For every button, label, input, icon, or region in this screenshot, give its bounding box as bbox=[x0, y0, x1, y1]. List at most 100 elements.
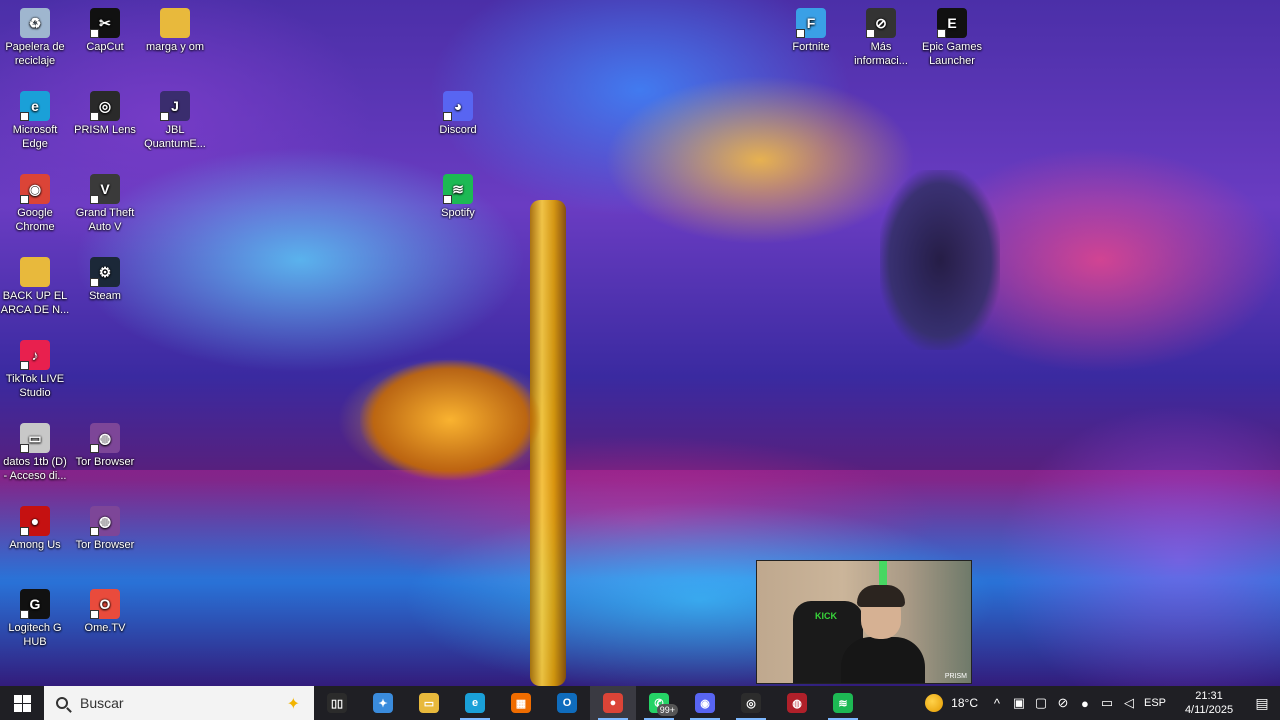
taskbar-app-microsoft-store[interactable]: ▦ bbox=[498, 686, 544, 720]
ometv-icon: O bbox=[90, 589, 120, 619]
desktop-icon[interactable]: ◕ Discord bbox=[423, 91, 493, 137]
desktop-icon[interactable]: O Ome.TV bbox=[70, 589, 140, 635]
tor-icon: ◍ bbox=[90, 423, 120, 453]
folder-icon bbox=[160, 8, 190, 38]
file-explorer-icon: ▭ bbox=[419, 693, 439, 713]
tray-app-icon[interactable]: ▣ bbox=[1008, 695, 1030, 711]
weather-sun-icon bbox=[925, 694, 944, 712]
taskbar-app-copilot[interactable]: ✦ bbox=[360, 686, 406, 720]
taskbar-app-spotify[interactable]: ≋ bbox=[820, 686, 866, 720]
desktop-icon[interactable]: ◎ PRISM Lens bbox=[70, 91, 140, 137]
folder-icon bbox=[20, 257, 50, 287]
edge-icon: e bbox=[20, 91, 50, 121]
volume-icon[interactable]: ◁ bbox=[1118, 695, 1140, 711]
desktop-icon-label: Papelera de reciclaje bbox=[5, 41, 65, 67]
desktop-icon[interactable]: ▭ datos 1tb (D) - Acceso di... bbox=[0, 423, 70, 483]
clock-time: 21:31 bbox=[1195, 690, 1223, 702]
among-us-icon: ● bbox=[20, 506, 50, 536]
windows-logo-icon bbox=[13, 694, 31, 712]
webcam-chair-logo: KICK bbox=[815, 611, 837, 621]
taskbar: Buscar ✦ ▯▯ ✦ ▭ e ▦ O ● ✆ 99+ ◉ ◎ ◍ ≋ 18°C ^ ▣ ▢ ⊘ ●… bbox=[0, 686, 1280, 720]
start-button[interactable] bbox=[0, 686, 44, 720]
wallpaper-rock bbox=[360, 360, 540, 480]
outlook-icon: O bbox=[557, 693, 577, 713]
notifications-button[interactable]: ▤ bbox=[1244, 695, 1280, 712]
desktop-icon-label: Ome.TV bbox=[84, 622, 126, 634]
webcam-tag: PRISM bbox=[944, 673, 967, 680]
desktop-icon-label: Google Chrome bbox=[15, 207, 55, 233]
desktop-icon-label: Logitech G HUB bbox=[8, 622, 62, 648]
desktop-icon[interactable]: BACK UP EL ARCA DE N... bbox=[0, 257, 70, 317]
weather-temperature: 18°C bbox=[951, 696, 978, 710]
microphone-icon[interactable]: ● bbox=[1074, 696, 1096, 711]
desktop-icon[interactable]: ♻ Papelera de reciclaje bbox=[0, 8, 70, 68]
desktop-icon[interactable]: ♪ TikTok LIVE Studio bbox=[0, 340, 70, 400]
desktop-icon[interactable]: V Grand Theft Auto V bbox=[70, 174, 140, 234]
desktop-icon-label: Microsoft Edge bbox=[12, 124, 58, 150]
taskbar-app-chrome[interactable]: ● bbox=[590, 686, 636, 720]
taskbar-app-obs[interactable]: ◎ bbox=[728, 686, 774, 720]
taskbar-app-whatsapp[interactable]: ✆ 99+ bbox=[636, 686, 682, 720]
wallpaper-water bbox=[0, 470, 1280, 686]
weather-widget[interactable]: 18°C bbox=[925, 694, 978, 712]
desktop-icon-label: datos 1tb (D) - Acceso di... bbox=[3, 456, 67, 482]
desktop-icon-label: marga y om bbox=[145, 41, 205, 53]
microsoft-store-icon: ▦ bbox=[511, 693, 531, 713]
taskbar-pinned-apps: ▯▯ ✦ ▭ e ▦ O ● ✆ 99+ ◉ ◎ ◍ ≋ bbox=[314, 686, 866, 720]
clock[interactable]: 21:31 4/11/2025 bbox=[1174, 689, 1244, 717]
desktop-icon[interactable]: F Fortnite bbox=[776, 8, 846, 54]
desktop-icon[interactable]: marga y om bbox=[140, 8, 210, 54]
chevron-up-icon[interactable]: ^ bbox=[986, 696, 1008, 711]
desktop-icon[interactable]: ≋ Spotify bbox=[423, 174, 493, 220]
taskbar-app-edge[interactable]: e bbox=[452, 686, 498, 720]
taskbar-app-discord[interactable]: ◉ bbox=[682, 686, 728, 720]
desktop-icon[interactable]: e Microsoft Edge bbox=[0, 91, 70, 151]
system-tray: 18°C ^ ▣ ▢ ⊘ ● ▭ ◁ ESP 21:31 4/11/2025 ▤ bbox=[925, 686, 1280, 720]
desktop-icon-label: Fortnite bbox=[792, 41, 830, 53]
chrome-icon: ● bbox=[603, 693, 623, 713]
prism-lens-icon: ◎ bbox=[90, 91, 120, 121]
taskbar-search-box[interactable]: Buscar ✦ bbox=[44, 686, 314, 720]
discord-icon: ◕ bbox=[443, 91, 473, 121]
spotify-icon: ≋ bbox=[833, 693, 853, 713]
search-icon bbox=[56, 697, 68, 709]
desktop-icon-label: Epic Games Launcher bbox=[922, 41, 982, 67]
spotify-icon: ≋ bbox=[443, 174, 473, 204]
taskbar-app-screen-recorder[interactable]: ◍ bbox=[774, 686, 820, 720]
desktop-icon[interactable]: ⚙ Steam bbox=[70, 257, 140, 303]
taskbar-app-file-explorer[interactable]: ▭ bbox=[406, 686, 452, 720]
desktop-icon-label: CapCut bbox=[86, 41, 124, 53]
desktop-icon[interactable]: ✂ CapCut bbox=[70, 8, 140, 54]
desktop-icon-label: Discord bbox=[439, 124, 477, 136]
network-icon[interactable]: ▭ bbox=[1096, 695, 1118, 711]
tray-app-icon[interactable]: ▢ bbox=[1030, 695, 1052, 711]
desktop-icon-label: BACK UP EL ARCA DE N... bbox=[0, 290, 70, 316]
desktop-icon[interactable]: J JBL QuantumE... bbox=[140, 91, 210, 151]
search-highlight-icon: ✦ bbox=[286, 696, 300, 713]
chrome-icon: ◉ bbox=[20, 174, 50, 204]
language-indicator[interactable]: ESP bbox=[1144, 697, 1166, 709]
task-view-icon: ▯▯ bbox=[327, 693, 347, 713]
fortnite-icon: F bbox=[796, 8, 826, 38]
desktop-icon-label: Spotify bbox=[441, 207, 475, 219]
desktop-icon[interactable]: ⊘ Más informaci... bbox=[846, 8, 916, 68]
desktop-icon-label: PRISM Lens bbox=[74, 124, 136, 136]
desktop-icon[interactable]: ● Among Us bbox=[0, 506, 70, 552]
desktop-icon[interactable]: ◉ Google Chrome bbox=[0, 174, 70, 234]
tiktok-live-icon: ♪ bbox=[20, 340, 50, 370]
jbl-icon: J bbox=[160, 91, 190, 121]
gta-icon: V bbox=[90, 174, 120, 204]
desktop-icon-label: TikTok LIVE Studio bbox=[5, 373, 65, 399]
taskbar-app-outlook[interactable]: O bbox=[544, 686, 590, 720]
tray-mute-icon[interactable]: ⊘ bbox=[1052, 695, 1074, 711]
desktop-icon[interactable]: E Epic Games Launcher bbox=[917, 8, 987, 68]
desktop-icon[interactable]: ◍ Tor Browser bbox=[70, 506, 140, 552]
search-placeholder: Buscar bbox=[80, 695, 124, 711]
desktop-icon[interactable]: ◍ Tor Browser bbox=[70, 423, 140, 469]
desktop-icon[interactable]: G Logitech G HUB bbox=[0, 589, 70, 649]
taskbar-app-task-view[interactable]: ▯▯ bbox=[314, 686, 360, 720]
webcam-overlay: KICK PRISM bbox=[756, 560, 972, 684]
copilot-icon: ✦ bbox=[373, 693, 393, 713]
steam-icon: ⚙ bbox=[90, 257, 120, 287]
tor-icon: ◍ bbox=[90, 506, 120, 536]
